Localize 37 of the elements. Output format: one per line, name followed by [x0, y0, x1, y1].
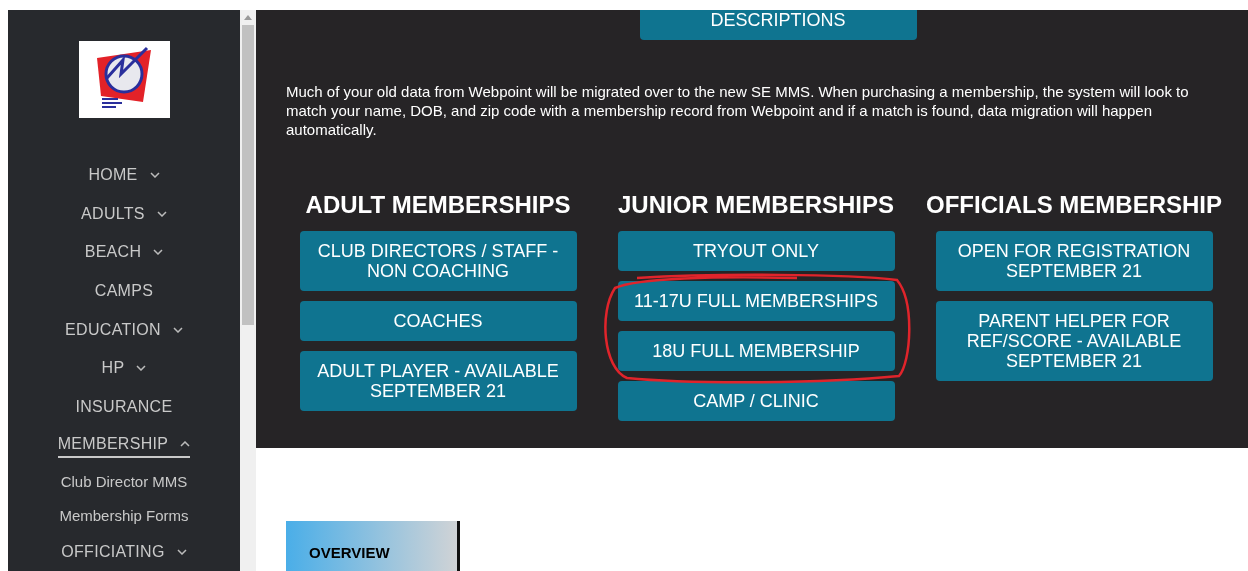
submenu-item[interactable]: Membership Forms [59, 498, 189, 533]
scrollbar[interactable] [240, 10, 256, 571]
menu-item[interactable]: INSURANCE [75, 387, 173, 427]
membership-button[interactable]: OPEN FOR REGISTRATION SEPTEMBER 21 [935, 231, 1213, 291]
scrollbar-thumb[interactable] [242, 25, 254, 325]
caret-down-icon [156, 210, 167, 217]
membership-button[interactable]: CLUB DIRECTORS / STAFF - NON COACHING [299, 231, 577, 291]
menu-item[interactable]: CAMPS [94, 271, 154, 311]
scroll-up-icon[interactable] [244, 15, 252, 20]
membership-button[interactable]: TRYOUT ONLY [617, 231, 895, 271]
logo-icon [78, 41, 170, 118]
menu-item[interactable]: OFFICIATING [61, 532, 187, 571]
descriptions-button[interactable]: DESCRIPTIONS [639, 10, 917, 40]
membership-button[interactable]: PARENT HELPER FOR REF/SCORE - AVAILABLE SEPTEMBER 21 [935, 301, 1213, 381]
caret-down-icon [153, 249, 164, 256]
overview-tab[interactable]: OVERVIEW [286, 521, 460, 571]
intro-paragraph: Much of your old data from Webpoint will be migrated over to the new SE MMS. When purchasing a membership, the system will look to match your name, DOB, and zip code with a membership record from Webpoint and if a match is found, data migration will happen automatically. [286, 82, 1190, 139]
caret-down-icon [176, 548, 187, 555]
membership-button[interactable]: 11-17U FULL MEMBERSHIPS [617, 281, 895, 321]
menu-item[interactable]: BEACH [84, 232, 164, 272]
membership-button[interactable]: CAMP / CLINIC [617, 381, 895, 421]
membership-button[interactable]: 18U FULL MEMBERSHIP [617, 331, 895, 371]
menu-item[interactable]: HOME [88, 155, 160, 195]
menu-item[interactable]: EDUCATION [65, 310, 183, 349]
caret-down-icon [172, 326, 183, 333]
caret-down-icon [136, 365, 147, 372]
caret-down-icon [149, 171, 160, 178]
menu-item[interactable]: MEMBERSHIP [57, 432, 191, 459]
column-heading: ADULT MEMBERSHIPS [305, 191, 571, 219]
column-heading: JUNIOR MEMBERSHIPS [617, 191, 894, 219]
membership-button[interactable]: ADULT PLAYER - AVAILABLE SEPTEMBER 21 [299, 351, 577, 411]
menu-item[interactable]: ADULTS [81, 194, 167, 233]
column-heading: OFFICIALS MEMBERSHIP [926, 191, 1222, 219]
submenu-item[interactable]: Club Director MMS [60, 464, 188, 499]
menu-item[interactable]: HP [101, 348, 147, 388]
caret-up-icon [180, 441, 191, 448]
membership-button[interactable]: COACHES [299, 301, 577, 341]
